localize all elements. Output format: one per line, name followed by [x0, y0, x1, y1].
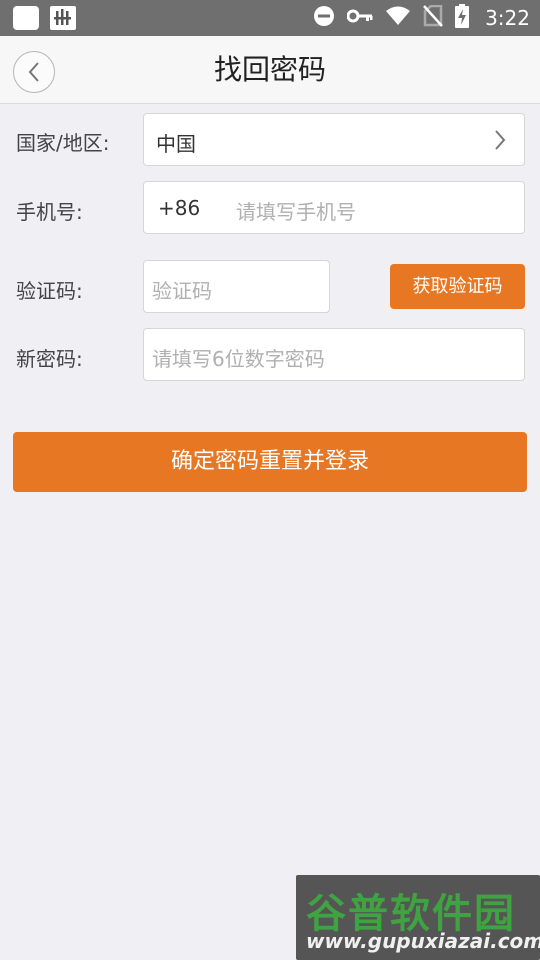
do-not-disturb-icon — [313, 5, 335, 31]
new-password-field[interactable]: 请填写6位数字密码 — [143, 328, 525, 381]
watermark: 谷普软件园 www.gupuxiazai.com — [296, 875, 540, 960]
reset-and-login-button[interactable]: 确定密码重置并登录 — [13, 432, 527, 492]
code-input[interactable]: 验证码 — [152, 275, 212, 304]
watermark-url: www.gupuxiazai.com — [306, 929, 540, 953]
new-password-input[interactable]: 请填写6位数字密码 — [152, 343, 325, 372]
status-bar: 3:22 — [0, 0, 540, 36]
country-selector[interactable]: 中国 — [143, 113, 525, 166]
phone-input[interactable]: 请填写手机号 — [236, 196, 356, 225]
chevron-left-icon — [28, 62, 39, 82]
get-code-button[interactable]: 获取验证码 — [390, 264, 525, 309]
chevron-right-icon — [495, 130, 506, 150]
vpn-key-icon — [346, 8, 373, 28]
wifi-icon — [385, 6, 411, 30]
clock-time: 3:22 — [485, 6, 530, 30]
new-password-label: 新密码: — [16, 347, 83, 371]
code-field[interactable]: 验证码 — [143, 260, 330, 313]
phone-field[interactable]: +86 请填写手机号 — [143, 181, 525, 234]
phone-label: 手机号: — [16, 200, 83, 224]
page-title: 找回密码 — [213, 53, 326, 86]
square-notification-icon — [13, 6, 39, 30]
app-notification-icon — [50, 6, 76, 30]
header-bar: 找回密码 — [0, 36, 540, 104]
no-sim-icon — [423, 4, 444, 31]
back-button[interactable] — [13, 51, 55, 93]
battery-charging-icon — [455, 4, 470, 32]
country-label: 国家/地区: — [16, 131, 110, 155]
code-label: 验证码: — [16, 279, 83, 303]
country-code-prefix: +86 — [158, 196, 201, 220]
country-value: 中国 — [156, 132, 196, 156]
